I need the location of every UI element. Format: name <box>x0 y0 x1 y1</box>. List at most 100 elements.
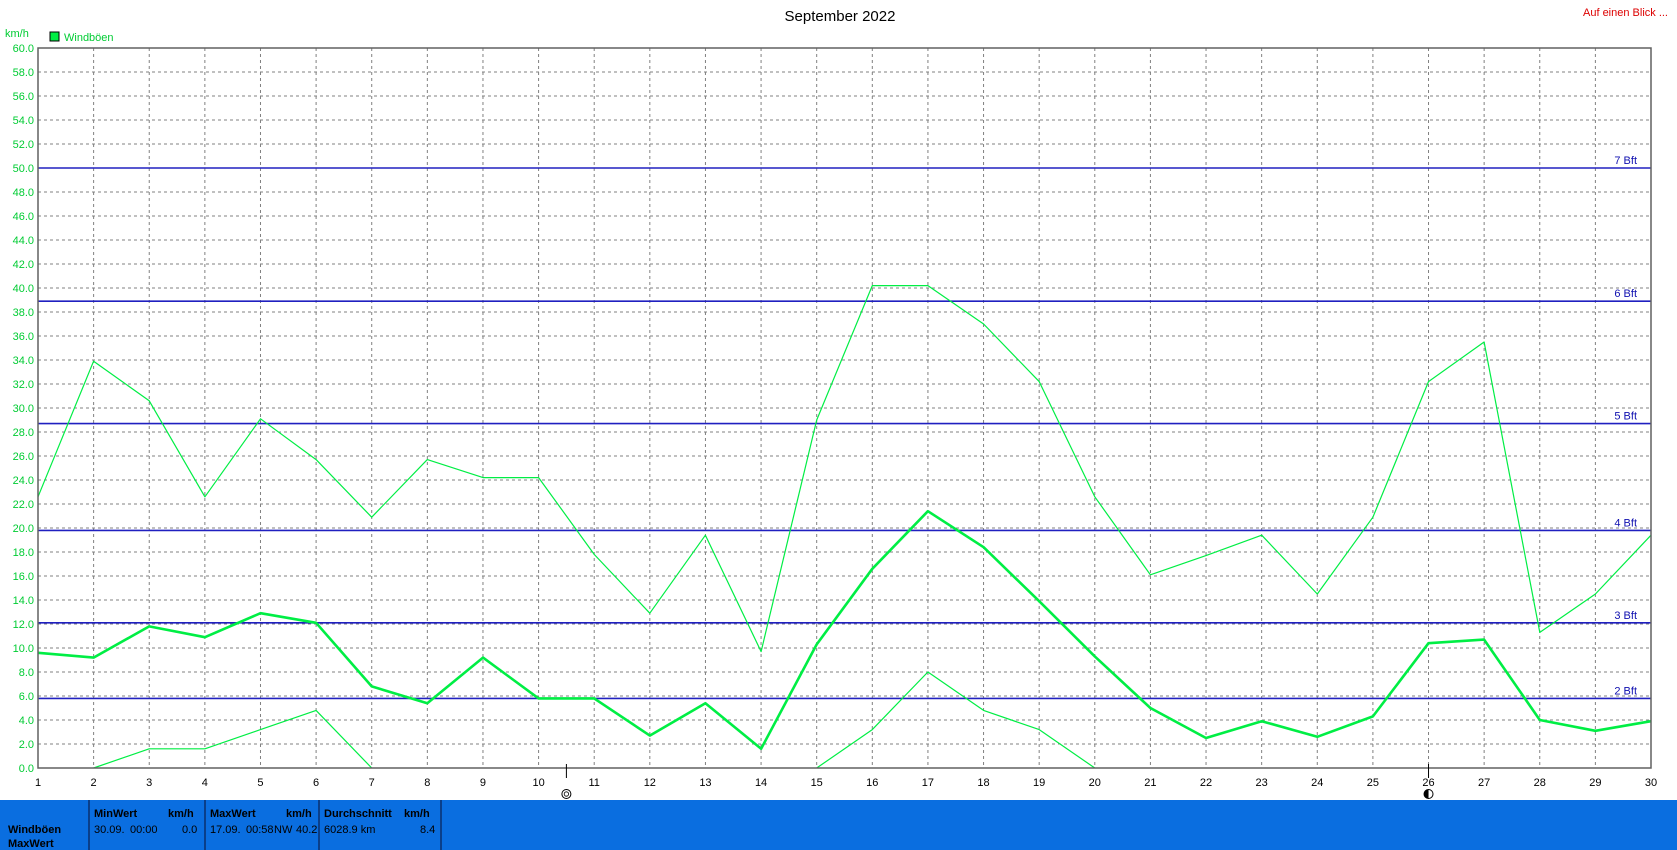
x-tick-label: 3 <box>146 777 152 789</box>
y-tick-label: 12.0 <box>13 619 34 631</box>
footer-row-labels: Windböen MaxWert <box>0 800 88 850</box>
series-line-average <box>37 509 1652 751</box>
max-unit: km/h <box>286 808 312 820</box>
series-line-maximum <box>37 285 1652 653</box>
summary-footer: Windböen MaxWert MinWert km/h 30.09. 00:… <box>0 800 1677 850</box>
y-tick-label: 30.0 <box>13 403 34 415</box>
y-tick-label: 14.0 <box>13 595 34 607</box>
x-tick-label: 26 <box>1422 777 1434 789</box>
x-tick-label: 7 <box>369 777 375 789</box>
x-tick-label: 28 <box>1534 777 1546 789</box>
y-tick-label: 6.0 <box>19 691 34 703</box>
avg-header: Durchschnitt <box>324 808 392 820</box>
y-tick-label: 42.0 <box>13 259 34 271</box>
min-header: MinWert <box>94 808 138 820</box>
y-tick-label: 40.0 <box>13 283 34 295</box>
legend-label: Windböen <box>64 32 114 44</box>
y-axis-unit: km/h <box>5 28 29 40</box>
y-tick-label: 2.0 <box>19 739 34 751</box>
y-tick-label: 18.0 <box>13 547 34 559</box>
auf-einen-blick-link[interactable]: Auf einen Blick ... <box>1583 7 1668 19</box>
y-tick-label: 44.0 <box>13 235 34 247</box>
wind-chart: September 2022 Auf einen Blick ... km/h … <box>5 7 1668 799</box>
footer-row-label-2: MaxWert <box>8 838 54 850</box>
avg-unit: km/h <box>404 808 430 820</box>
x-tick-label: 6 <box>313 777 319 789</box>
footer-separator <box>440 800 442 850</box>
y-tick-label: 60.0 <box>13 43 34 55</box>
x-tick-label: 20 <box>1089 777 1101 789</box>
x-tick-label: 14 <box>755 777 767 789</box>
beaufort-label: 4 Bft <box>1614 517 1637 529</box>
x-tick-label: 22 <box>1200 777 1212 789</box>
x-tick-label: 8 <box>424 777 430 789</box>
beaufort-label: 6 Bft <box>1614 288 1637 300</box>
x-tick-label: 29 <box>1589 777 1601 789</box>
x-tick-label: 18 <box>977 777 989 789</box>
max-date: 17.09. <box>210 824 241 836</box>
min-date: 30.09. <box>94 824 125 836</box>
y-tick-label: 56.0 <box>13 91 34 103</box>
footer-max-block: MaxWert km/h 17.09. 00:58 NW 40.2 <box>206 800 318 850</box>
y-tick-label: 50.0 <box>13 163 34 175</box>
beaufort-label: 3 Bft <box>1614 610 1637 622</box>
x-tick-label: 15 <box>811 777 823 789</box>
y-tick-label: 26.0 <box>13 451 34 463</box>
min-time: 00:00 <box>130 824 158 836</box>
y-tick-label: 32.0 <box>13 379 34 391</box>
x-tick-label: 21 <box>1144 777 1156 789</box>
y-tick-label: 20.0 <box>13 523 34 535</box>
chart-title: September 2022 <box>785 8 896 25</box>
min-value: 0.0 <box>182 824 198 836</box>
y-tick-label: 36.0 <box>13 331 34 343</box>
full-moon-icon <box>561 789 572 799</box>
y-tick-label: 8.0 <box>19 667 34 679</box>
y-tick-label: 0.0 <box>19 763 34 775</box>
avg-distance: 6028.9 km <box>324 824 376 836</box>
max-direction: NW <box>274 824 293 836</box>
y-tick-label: 52.0 <box>13 139 34 151</box>
y-tick-label: 10.0 <box>13 643 34 655</box>
footer-avg-block: Durchschnitt km/h 6028.9 km 8.4 <box>320 800 440 850</box>
series-line-minimum <box>93 709 373 769</box>
max-time: 00:58 <box>246 824 274 836</box>
x-tick-label: 23 <box>1256 777 1268 789</box>
y-tick-label: 34.0 <box>13 355 34 367</box>
y-tick-label: 22.0 <box>13 499 34 511</box>
y-tick-label: 24.0 <box>13 475 34 487</box>
x-tick-label: 27 <box>1478 777 1490 789</box>
avg-value: 8.4 <box>420 824 436 836</box>
x-tick-label: 1 <box>35 777 41 789</box>
beaufort-label: 7 Bft <box>1614 155 1637 167</box>
x-tick-label: 4 <box>202 777 208 789</box>
y-tick-label: 4.0 <box>19 715 34 727</box>
x-tick-label: 19 <box>1033 777 1045 789</box>
y-tick-label: 46.0 <box>13 211 34 223</box>
y-tick-label: 38.0 <box>13 307 34 319</box>
x-tick-label: 25 <box>1367 777 1379 789</box>
min-unit: km/h <box>168 808 194 820</box>
y-tick-label: 54.0 <box>13 115 34 127</box>
x-tick-label: 2 <box>91 777 97 789</box>
y-tick-label: 28.0 <box>13 427 34 439</box>
y-tick-label: 58.0 <box>13 67 34 79</box>
x-tick-label: 9 <box>480 777 486 789</box>
x-tick-label: 17 <box>922 777 934 789</box>
x-tick-label: 10 <box>532 777 544 789</box>
x-tick-label: 30 <box>1645 777 1657 789</box>
x-tick-label: 5 <box>257 777 263 789</box>
legend-swatch <box>49 31 60 42</box>
y-tick-label: 16.0 <box>13 571 34 583</box>
footer-row-label-1: Windböen <box>8 824 62 836</box>
footer-min-block: MinWert km/h 30.09. 00:00 0.0 <box>90 800 204 850</box>
grid <box>37 47 1652 769</box>
max-value: 40.2 <box>296 824 318 836</box>
y-tick-label: 48.0 <box>13 187 34 199</box>
x-tick-label: 16 <box>866 777 878 789</box>
beaufort-label: 2 Bft <box>1614 685 1637 697</box>
x-tick-label: 11 <box>588 777 599 789</box>
beaufort-label: 5 Bft <box>1614 411 1637 423</box>
max-header: MaxWert <box>210 808 256 820</box>
x-tick-label: 24 <box>1311 777 1323 789</box>
x-tick-label: 13 <box>699 777 711 789</box>
